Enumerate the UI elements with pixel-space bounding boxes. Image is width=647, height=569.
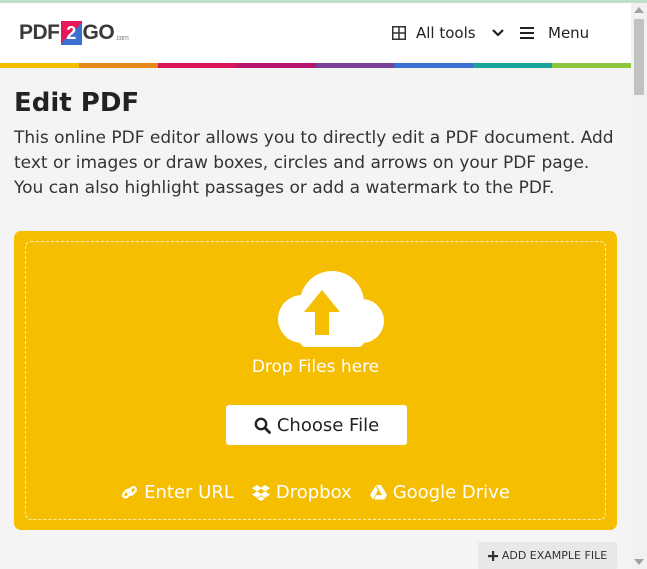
google-drive-icon bbox=[369, 485, 387, 500]
search-icon bbox=[254, 417, 271, 434]
site-header: PDF 2 GO .com All tools Menu bbox=[0, 3, 631, 63]
logo-prefix: PDF bbox=[19, 21, 60, 44]
choose-file-button[interactable]: Choose File bbox=[226, 405, 407, 445]
scroll-down-arrow[interactable] bbox=[634, 559, 644, 565]
drop-zone[interactable]: Drop Files here Choose File Enter URL Dr… bbox=[25, 241, 606, 520]
color-bar-segment-1 bbox=[78, 63, 158, 68]
menu-button[interactable]: Menu bbox=[520, 21, 589, 45]
add-example-file-button[interactable]: ADD EXAMPLE FILE bbox=[478, 542, 617, 569]
chevron-down-icon bbox=[491, 29, 504, 37]
link-icon bbox=[122, 485, 138, 499]
cloud-upload-icon bbox=[278, 271, 384, 347]
scroll-up-arrow[interactable] bbox=[634, 7, 644, 13]
logo-suffix: GO bbox=[82, 21, 115, 44]
color-bar-segment-5 bbox=[394, 63, 474, 68]
add-example-file-label: ADD EXAMPLE FILE bbox=[501, 549, 608, 562]
page-scrollbar[interactable] bbox=[631, 3, 647, 569]
dropbox-label: Dropbox bbox=[275, 482, 352, 503]
color-bar-segment-2 bbox=[157, 63, 237, 68]
color-bar-segment-6 bbox=[473, 63, 553, 68]
google-drive-button[interactable]: Google Drive bbox=[369, 482, 510, 503]
scroll-thumb[interactable] bbox=[634, 19, 644, 95]
color-bar-segment-4 bbox=[315, 63, 395, 68]
logo[interactable]: PDF 2 GO .com bbox=[19, 20, 129, 46]
upload-sources: Enter URL Dropbox Google Drive bbox=[26, 482, 605, 503]
color-bar-segment-0 bbox=[0, 63, 79, 68]
dropbox-button[interactable]: Dropbox bbox=[251, 482, 352, 503]
logo-two-badge: 2 bbox=[60, 21, 82, 45]
brand-color-bar bbox=[0, 63, 631, 68]
plus-icon bbox=[487, 550, 498, 561]
enter-url-button[interactable]: Enter URL bbox=[121, 482, 234, 503]
choose-file-label: Choose File bbox=[276, 414, 380, 436]
upload-box: Drop Files here Choose File Enter URL Dr… bbox=[14, 231, 617, 530]
page-title: Edit PDF bbox=[14, 88, 140, 118]
page-description: This online PDF editor allows you to dir… bbox=[14, 128, 614, 198]
drop-files-text: Drop Files here bbox=[251, 357, 380, 377]
hamburger-icon bbox=[520, 27, 534, 39]
menu-label: Menu bbox=[548, 24, 590, 42]
logo-com: .com bbox=[115, 35, 129, 42]
color-bar-segment-7 bbox=[552, 63, 631, 68]
all-tools-dropdown[interactable]: All tools bbox=[392, 21, 504, 45]
all-tools-label: All tools bbox=[416, 24, 476, 42]
enter-url-label: Enter URL bbox=[144, 482, 234, 503]
google-drive-label: Google Drive bbox=[392, 482, 510, 503]
color-bar-segment-3 bbox=[236, 63, 316, 68]
dropbox-icon bbox=[251, 484, 270, 501]
grid-icon bbox=[392, 26, 406, 40]
